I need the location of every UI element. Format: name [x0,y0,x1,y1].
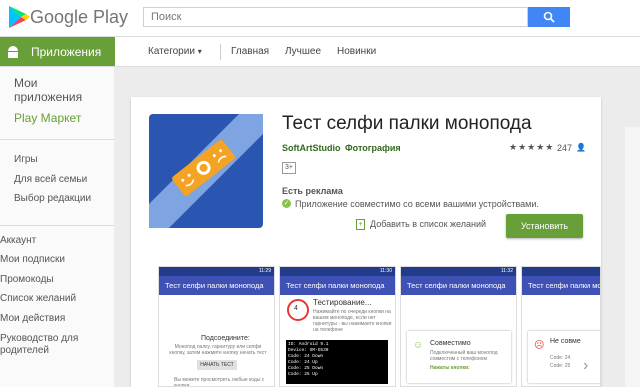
install-button[interactable]: Установить [506,214,583,238]
app-title: Тест селфи палки моноподa [282,113,532,134]
sidebar-item-games[interactable]: Игры [14,154,38,165]
screenshot-text: Подключенный ваш монопод совместим с тел… [430,350,498,362]
sidebar-item-wishlist[interactable]: Список желаний [0,293,76,305]
sidebar: Мои приложения Play Маркет Игры Для всей… [0,67,114,387]
sidebar-item-play-store[interactable]: Play Маркет [14,111,81,125]
logo-text[interactable]: Google Play [30,7,128,28]
nav-top[interactable]: Лучшее [285,46,321,57]
app-bar-title: Тест селфи палки моноподa [522,276,600,295]
search-input[interactable]: Поиск [143,7,528,27]
review-count: 247 [557,143,573,153]
status-bar: 11:29 [159,267,274,276]
screenshot-code: Code: 24 [550,355,571,361]
nav-bar: Приложения Категории ▾ Главная Лучшее Но… [0,37,640,67]
screenshot-4[interactable]: Тест селфи палки моноподa ☹ Не совме Cod… [521,266,601,387]
screenshot-heading: Не совме [550,338,581,345]
search-button[interactable] [528,7,570,27]
sad-face-icon: ☹ [534,340,545,351]
check-icon: ✓ [282,199,291,208]
nav-new[interactable]: Новинки [337,46,376,57]
sidebar-divider [0,225,114,226]
smile-icon: ☺ [413,340,424,351]
right-panel-edge [625,127,640,387]
tab-apps[interactable]: Приложения [0,37,115,66]
screenshot-text: Нажимайте по очереди кнопки на вашем мон… [313,309,392,333]
screenshot-2[interactable]: 11:30 Тест селфи палки моноподa 4 Тестир… [279,266,396,387]
sidebar-item-my-apps[interactable]: Мои приложения [14,76,94,104]
category-link[interactable]: Фотография [345,143,401,153]
search-placeholder: Поиск [151,11,182,23]
screenshot-text: Монопод палку, гарнитуру или селфи кнопк… [169,344,267,356]
sidebar-item-subscriptions[interactable]: Мои подписки [0,254,65,266]
countdown-number: 4 [294,305,298,312]
sidebar-item-editors[interactable]: Выбор редакции [14,193,91,204]
ads-label: Есть реклама [282,186,343,196]
bookmark-add-icon: + [356,219,365,230]
nav-home[interactable]: Главная [231,46,269,57]
compatibility-text: Приложение совместимо со всеми вашими ус… [295,199,539,209]
rating-stars: ★★★★★ [509,142,555,152]
age-rating-badge: 3+ [282,162,296,174]
developer-link[interactable]: SoftArtStudio [282,143,341,153]
categories-dropdown[interactable]: Категории ▾ [148,46,202,57]
screenshot-heading: Подсоедините: [201,335,250,342]
person-icon: 👤 [576,143,586,152]
screenshot-heading: Тестирование... [313,298,372,307]
start-test-button: НАЧАТЬ ТЕСТ [197,360,237,370]
nav-divider [220,44,221,60]
google-play-logo-icon[interactable] [6,4,32,30]
sidebar-item-promo[interactable]: Промокоды [0,274,54,286]
app-bar-title: Тест селфи палки моноподa [280,276,395,295]
status-bar [522,267,600,276]
screenshot-footer: Вы можете просмотреть любые коды с кнопк… [174,377,265,387]
countdown-ring [287,299,309,321]
add-to-wishlist-button[interactable]: Добавить в список желаний [370,219,486,229]
status-bar: 11:30 [280,267,395,276]
search-icon [543,11,555,23]
categories-label: Категории [148,46,195,57]
chevron-down-icon: ▾ [197,47,202,56]
screenshot-heading: Совместимо [430,340,471,347]
log-console: ID: Android 9.1 Device: SM-G530 Code: 24… [286,340,388,384]
sidebar-divider [0,139,114,140]
tab-apps-label: Приложения [31,45,102,59]
app-bar-title: Тест селфи палки моноподa [159,276,274,295]
sidebar-item-activity[interactable]: Мои действия [0,313,65,325]
pressed-codes-label: Нажаты кнопки: [430,365,470,371]
screenshot-3[interactable]: 11:32 Тест селфи палки моноподa ☺ Совмес… [400,266,517,387]
app-icon [149,114,263,228]
screenshot-1[interactable]: 11:29 Тест селфи палки моноподa Подсоеди… [158,266,275,387]
status-bar: 11:32 [401,267,516,276]
screenshot-code: Code: 25 [550,363,571,369]
chevron-right-icon[interactable]: › [583,357,588,375]
android-icon [8,46,18,58]
sidebar-item-family[interactable]: Для всей семьи [14,174,87,185]
sidebar-item-account[interactable]: Аккаунт [0,235,36,247]
sidebar-item-parent-guide[interactable]: Руководство для родителей [0,333,110,357]
top-bar: Google Play Поиск [0,0,640,37]
app-bar-title: Тест селфи палки моноподa [401,276,516,295]
